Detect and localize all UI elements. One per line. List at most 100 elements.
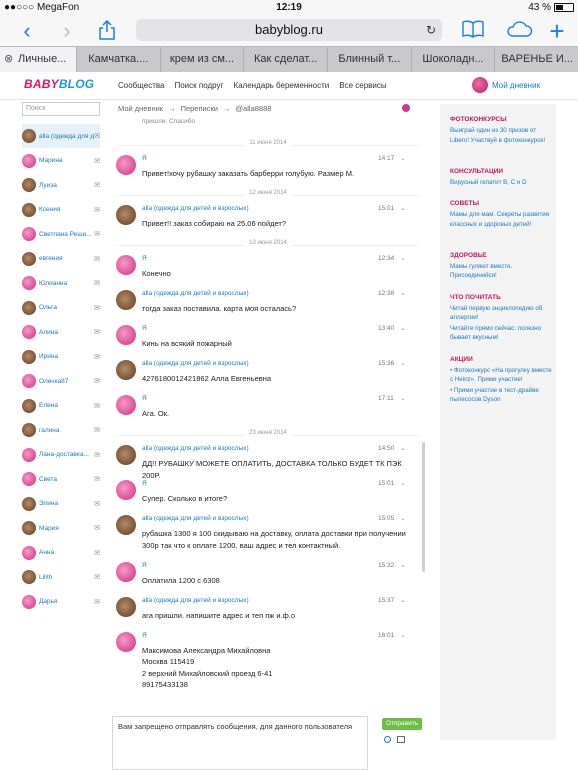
chevron-down-icon[interactable]: ⌄ xyxy=(400,254,406,262)
avatar[interactable] xyxy=(116,290,136,310)
envelope-icon[interactable]: ✉ xyxy=(94,132,100,140)
avatar[interactable] xyxy=(116,255,136,275)
promo-link[interactable]: Выиграй один из 30 призов от Libero! Уча… xyxy=(450,126,554,145)
contact-item[interactable]: Дарья ✉ xyxy=(22,590,100,614)
promo-link[interactable]: Вирусный гепатит B, C и D xyxy=(450,178,554,188)
envelope-icon[interactable]: ✉ xyxy=(94,598,100,606)
envelope-icon[interactable]: ✉ xyxy=(94,451,100,459)
contact-item[interactable]: Елена ✉ xyxy=(22,394,100,418)
envelope-icon[interactable]: ✉ xyxy=(94,279,100,287)
chevron-down-icon[interactable]: ⌄ xyxy=(400,324,406,332)
envelope-icon[interactable]: ✉ xyxy=(94,255,100,263)
tab-active[interactable]: ⊗ Личные... xyxy=(0,47,76,72)
avatar[interactable] xyxy=(116,631,136,652)
avatar[interactable] xyxy=(116,360,136,380)
chevron-down-icon[interactable]: ⌄ xyxy=(400,394,406,402)
contact-item[interactable]: Алина ✉ xyxy=(22,320,100,344)
chevron-down-icon[interactable]: ⌄ xyxy=(400,359,406,367)
envelope-icon[interactable]: ✉ xyxy=(94,377,100,385)
message-author[interactable]: Я xyxy=(142,562,147,569)
contact-item[interactable]: Lilith ✉ xyxy=(22,565,100,589)
close-tab-icon[interactable]: ⊗ xyxy=(4,47,13,72)
contact-item[interactable]: alla (одежда для детей и взрослых)✉ xyxy=(22,124,100,148)
envelope-icon[interactable]: ✉ xyxy=(94,549,100,557)
avatar[interactable] xyxy=(116,515,136,535)
contact-item[interactable]: Марина ✉ xyxy=(22,149,100,173)
promo-link[interactable]: Читайте прямо сейчас: полезно бывает вку… xyxy=(450,324,554,343)
tab[interactable]: ВАРЕНЬЕ И... xyxy=(494,47,578,72)
chevron-down-icon[interactable]: ⌄ xyxy=(400,479,406,487)
my-diary-link[interactable]: Мой дневник xyxy=(472,77,540,93)
tab[interactable]: Как сделат... xyxy=(243,47,327,72)
message-author[interactable]: alla (одежда для детей и взрослых) xyxy=(142,515,249,522)
new-tab-icon[interactable]: + xyxy=(546,18,568,44)
nav-all-services[interactable]: Все сервисы xyxy=(339,81,386,90)
nav-pregnancy-calendar[interactable]: Календарь беременности xyxy=(233,81,329,90)
envelope-icon[interactable]: ✉ xyxy=(94,328,100,336)
message-author[interactable]: Я xyxy=(142,480,147,487)
promo-link[interactable]: • Прими участие в тест-драйве пылесосов … xyxy=(450,386,554,405)
chat-scrollbar[interactable] xyxy=(422,442,425,572)
tab[interactable]: Камчатка.... xyxy=(76,47,160,72)
tab[interactable]: крем из см... xyxy=(159,47,244,72)
contact-item[interactable]: Ксения ✉ xyxy=(22,198,100,222)
avatar[interactable] xyxy=(116,480,136,500)
contact-item[interactable]: Светлана Реши... ✉ xyxy=(22,222,100,246)
forward-arrow-icon[interactable]: › xyxy=(56,20,78,42)
promo-link[interactable]: Читай первую энциклопедию об аллергии! xyxy=(450,304,554,323)
contact-item[interactable]: Юлианна ✉ xyxy=(22,271,100,295)
envelope-icon[interactable]: ✉ xyxy=(94,157,100,165)
envelope-icon[interactable]: ✉ xyxy=(94,426,100,434)
contact-item[interactable]: Олечка87 ✉ xyxy=(22,369,100,393)
contact-search-input[interactable]: Поиск xyxy=(22,102,100,116)
nav-find-friends[interactable]: Поиск подруг xyxy=(174,81,223,90)
contact-item[interactable]: Луиза ✉ xyxy=(22,173,100,197)
message-author[interactable]: alla (одежда для детей и взрослых) xyxy=(142,205,249,212)
contact-item[interactable]: галина ✉ xyxy=(22,418,100,442)
message-author[interactable]: alla (одежда для детей и взрослых) xyxy=(142,360,249,367)
avatar[interactable] xyxy=(116,596,136,617)
chevron-down-icon[interactable]: ⌄ xyxy=(400,561,406,569)
contact-item[interactable]: Лана-доставка... ✉ xyxy=(22,443,100,467)
tab[interactable]: Блинный т... xyxy=(327,47,411,72)
avatar[interactable] xyxy=(116,155,136,175)
contact-item[interactable]: Света ✉ xyxy=(22,467,100,491)
tab[interactable]: Шоколадн... xyxy=(410,47,495,72)
send-button[interactable]: Отправить xyxy=(382,718,422,730)
settings-gear-icon[interactable] xyxy=(402,104,410,112)
chevron-down-icon[interactable]: ⌄ xyxy=(400,631,406,639)
avatar[interactable] xyxy=(116,205,136,225)
chevron-down-icon[interactable]: ⌄ xyxy=(400,204,406,212)
envelope-icon[interactable]: ✉ xyxy=(94,573,100,581)
chevron-down-icon[interactable]: ⌄ xyxy=(400,289,406,297)
message-author[interactable]: Я xyxy=(142,325,147,332)
breadcrumb-my-diary[interactable]: Мой дневник xyxy=(118,104,163,113)
chevron-down-icon[interactable]: ⌄ xyxy=(400,444,406,452)
envelope-icon[interactable]: ✉ xyxy=(94,524,100,532)
message-author[interactable]: Я xyxy=(142,155,147,162)
reload-icon[interactable]: ↻ xyxy=(426,19,436,41)
nav-communities[interactable]: Сообщества xyxy=(118,81,164,90)
envelope-icon[interactable]: ✉ xyxy=(94,304,100,312)
promo-link[interactable]: Мамы гуляют вместе. Присоединяйся! xyxy=(450,262,554,281)
image-attach-icon[interactable] xyxy=(397,736,405,743)
contact-item[interactable]: Ирина ✉ xyxy=(22,345,100,369)
address-bar[interactable]: babyblog.ru ↻ xyxy=(136,19,442,41)
promo-link[interactable]: • Фотоконкурс «На прогулку вместе с Hein… xyxy=(450,366,554,385)
promo-link[interactable]: Мамы для мам. Секреты развития классных … xyxy=(450,210,554,229)
message-author[interactable]: Я xyxy=(142,395,147,402)
avatar[interactable] xyxy=(116,325,136,345)
breadcrumb-conversations[interactable]: Переписки xyxy=(181,104,218,113)
cloud-tabs-icon[interactable] xyxy=(504,20,534,42)
chevron-down-icon[interactable]: ⌄ xyxy=(400,596,406,604)
message-author[interactable]: Я xyxy=(142,255,147,262)
contact-item[interactable]: Мария ✉ xyxy=(22,516,100,540)
message-author[interactable]: alla (одежда для детей и взрослых) xyxy=(142,290,249,297)
envelope-icon[interactable]: ✉ xyxy=(94,181,100,189)
envelope-icon[interactable]: ✉ xyxy=(94,500,100,508)
envelope-icon[interactable]: ✉ xyxy=(94,353,100,361)
envelope-icon[interactable]: ✉ xyxy=(94,230,100,238)
contact-item[interactable]: евгения ✉ xyxy=(22,247,100,271)
envelope-icon[interactable]: ✉ xyxy=(94,475,100,483)
bookmarks-icon[interactable] xyxy=(462,20,484,42)
